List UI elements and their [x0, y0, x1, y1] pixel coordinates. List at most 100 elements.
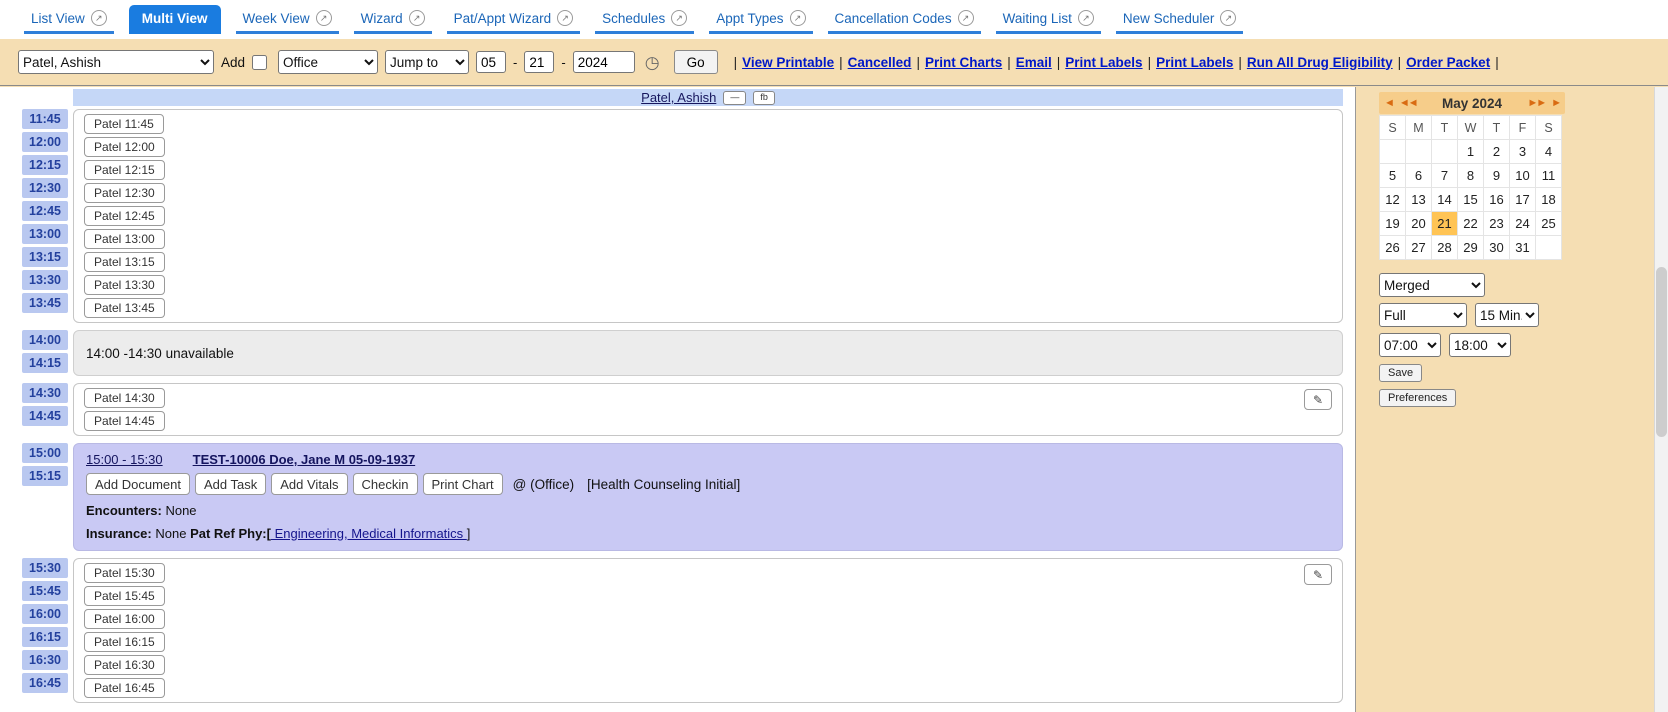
- calendar-day[interactable]: 30: [1484, 236, 1510, 260]
- calendar-day[interactable]: 21: [1432, 212, 1458, 236]
- appointment-action-button[interactable]: Add Vitals: [271, 473, 347, 495]
- provider-select[interactable]: Patel, Ashish: [18, 50, 214, 74]
- add-checkbox[interactable]: [252, 55, 267, 70]
- calendar-day[interactable]: 18: [1536, 188, 1562, 212]
- toolbar-link[interactable]: Print Labels: [1065, 55, 1142, 70]
- provider-header-link[interactable]: Patel, Ashish: [641, 90, 716, 105]
- calendar-day[interactable]: 17: [1510, 188, 1536, 212]
- slot-button[interactable]: Patel 12:45: [84, 206, 165, 226]
- jump-to-select[interactable]: Jump to: [385, 50, 469, 74]
- calendar-day[interactable]: 16: [1484, 188, 1510, 212]
- calendar-day[interactable]: 4: [1536, 140, 1562, 164]
- calendar-day[interactable]: 22: [1458, 212, 1484, 236]
- facility-select[interactable]: Office: [278, 50, 378, 74]
- slot-button[interactable]: Patel 16:15: [84, 632, 165, 652]
- calendar-day[interactable]: 3: [1510, 140, 1536, 164]
- calendar-day[interactable]: 24: [1510, 212, 1536, 236]
- calendar-day[interactable]: 9: [1484, 164, 1510, 188]
- slot-button[interactable]: Patel 13:30: [84, 275, 165, 295]
- popup-icon[interactable]: ↗: [1220, 10, 1236, 26]
- tab-schedules[interactable]: Schedules↗: [595, 5, 694, 34]
- appointment-patient-link[interactable]: TEST-10006 Doe, Jane M 05-09-1937: [193, 452, 416, 467]
- appointment-action-button[interactable]: Add Task: [195, 473, 266, 495]
- toolbar-link[interactable]: Run All Drug Eligibility: [1247, 55, 1393, 70]
- popup-icon[interactable]: ↗: [409, 10, 425, 26]
- interval-select[interactable]: 15 Min.: [1475, 303, 1539, 327]
- referring-physician-link[interactable]: Engineering, Medical Informatics: [271, 526, 467, 541]
- tab-multi-view[interactable]: Multi View: [129, 5, 221, 34]
- calendar-day[interactable]: 27: [1406, 236, 1432, 260]
- calendar-next-fast-arrow-icon[interactable]: ►►: [1524, 98, 1548, 109]
- edit-icon[interactable]: ✎: [1304, 389, 1332, 410]
- zoom-level-select[interactable]: Full: [1379, 303, 1467, 327]
- calendar-day[interactable]: 5: [1380, 164, 1406, 188]
- popup-icon[interactable]: ↗: [958, 10, 974, 26]
- calendar-next-arrow-icon[interactable]: ►: [1548, 98, 1563, 109]
- toolbar-link[interactable]: Order Packet: [1406, 55, 1490, 70]
- calendar-day[interactable]: 20: [1406, 212, 1432, 236]
- calendar-day[interactable]: 12: [1380, 188, 1406, 212]
- toolbar-link[interactable]: Print Labels: [1156, 55, 1233, 70]
- minimize-button[interactable]: —: [723, 91, 746, 105]
- save-button[interactable]: Save: [1379, 364, 1422, 382]
- toolbar-link[interactable]: View Printable: [742, 55, 834, 70]
- popup-icon[interactable]: ↗: [316, 10, 332, 26]
- calendar-prev-fast-arrow-icon[interactable]: ◄◄: [1396, 98, 1420, 109]
- calendar-day[interactable]: 26: [1380, 236, 1406, 260]
- slot-button[interactable]: Patel 12:30: [84, 183, 165, 203]
- appointment-action-button[interactable]: Checkin: [353, 473, 418, 495]
- appointment-action-button[interactable]: Add Document: [86, 473, 190, 495]
- calendar-day[interactable]: 13: [1406, 188, 1432, 212]
- calendar-day[interactable]: 2: [1484, 140, 1510, 164]
- slot-button[interactable]: Patel 16:45: [84, 678, 165, 698]
- tab-wizard[interactable]: Wizard↗: [354, 5, 432, 34]
- appointment-block[interactable]: 15:00 - 15:30TEST-10006 Doe, Jane M 05-0…: [73, 443, 1343, 551]
- slot-button[interactable]: Patel 12:00: [84, 137, 165, 157]
- popup-icon[interactable]: ↗: [671, 10, 687, 26]
- slot-button[interactable]: Patel 13:45: [84, 298, 165, 318]
- calendar-day[interactable]: 11: [1536, 164, 1562, 188]
- slot-button[interactable]: Patel 13:00: [84, 229, 165, 249]
- fb-button[interactable]: fb: [753, 91, 775, 105]
- calendar-day[interactable]: 1: [1458, 140, 1484, 164]
- tab-appt-types[interactable]: Appt Types↗: [709, 5, 812, 34]
- view-mode-select[interactable]: Merged: [1379, 273, 1485, 297]
- appointment-action-button[interactable]: Print Chart: [423, 473, 503, 495]
- scrollbar-thumb[interactable]: [1656, 267, 1667, 437]
- slot-button[interactable]: Patel 14:45: [84, 411, 165, 431]
- slot-button[interactable]: Patel 16:30: [84, 655, 165, 675]
- start-time-select[interactable]: 07:00: [1379, 333, 1441, 357]
- tab-week-view[interactable]: Week View↗: [236, 5, 339, 34]
- popup-icon[interactable]: ↗: [91, 10, 107, 26]
- go-button[interactable]: Go: [674, 50, 718, 74]
- date-day-input[interactable]: [524, 51, 554, 73]
- calendar-day[interactable]: 23: [1484, 212, 1510, 236]
- date-month-input[interactable]: [476, 51, 506, 73]
- calendar-day[interactable]: 25: [1536, 212, 1562, 236]
- slot-button[interactable]: Patel 11:45: [84, 114, 164, 134]
- calendar-day[interactable]: 19: [1380, 212, 1406, 236]
- clock-icon[interactable]: ◷: [645, 54, 660, 71]
- calendar-day[interactable]: 28: [1432, 236, 1458, 260]
- slot-button[interactable]: Patel 16:00: [84, 609, 165, 629]
- tab-waiting-list[interactable]: Waiting List↗: [996, 5, 1101, 34]
- popup-icon[interactable]: ↗: [557, 10, 573, 26]
- slot-button[interactable]: Patel 15:45: [84, 586, 165, 606]
- calendar-day[interactable]: 7: [1432, 164, 1458, 188]
- calendar-day[interactable]: 29: [1458, 236, 1484, 260]
- slot-button[interactable]: Patel 15:30: [84, 563, 165, 583]
- date-year-input[interactable]: [573, 51, 635, 73]
- toolbar-link[interactable]: Cancelled: [848, 55, 912, 70]
- calendar-prev-arrow-icon[interactable]: ◄: [1381, 98, 1396, 109]
- popup-icon[interactable]: ↗: [790, 10, 806, 26]
- end-time-select[interactable]: 18:00: [1449, 333, 1511, 357]
- tab-new-scheduler[interactable]: New Scheduler↗: [1116, 5, 1244, 34]
- toolbar-link[interactable]: Print Charts: [925, 55, 1002, 70]
- calendar-day[interactable]: 15: [1458, 188, 1484, 212]
- edit-icon[interactable]: ✎: [1304, 564, 1332, 585]
- calendar-day[interactable]: 31: [1510, 236, 1536, 260]
- calendar-day[interactable]: 14: [1432, 188, 1458, 212]
- popup-icon[interactable]: ↗: [1078, 10, 1094, 26]
- tab-list-view[interactable]: List View↗: [24, 5, 114, 34]
- calendar-day[interactable]: 6: [1406, 164, 1432, 188]
